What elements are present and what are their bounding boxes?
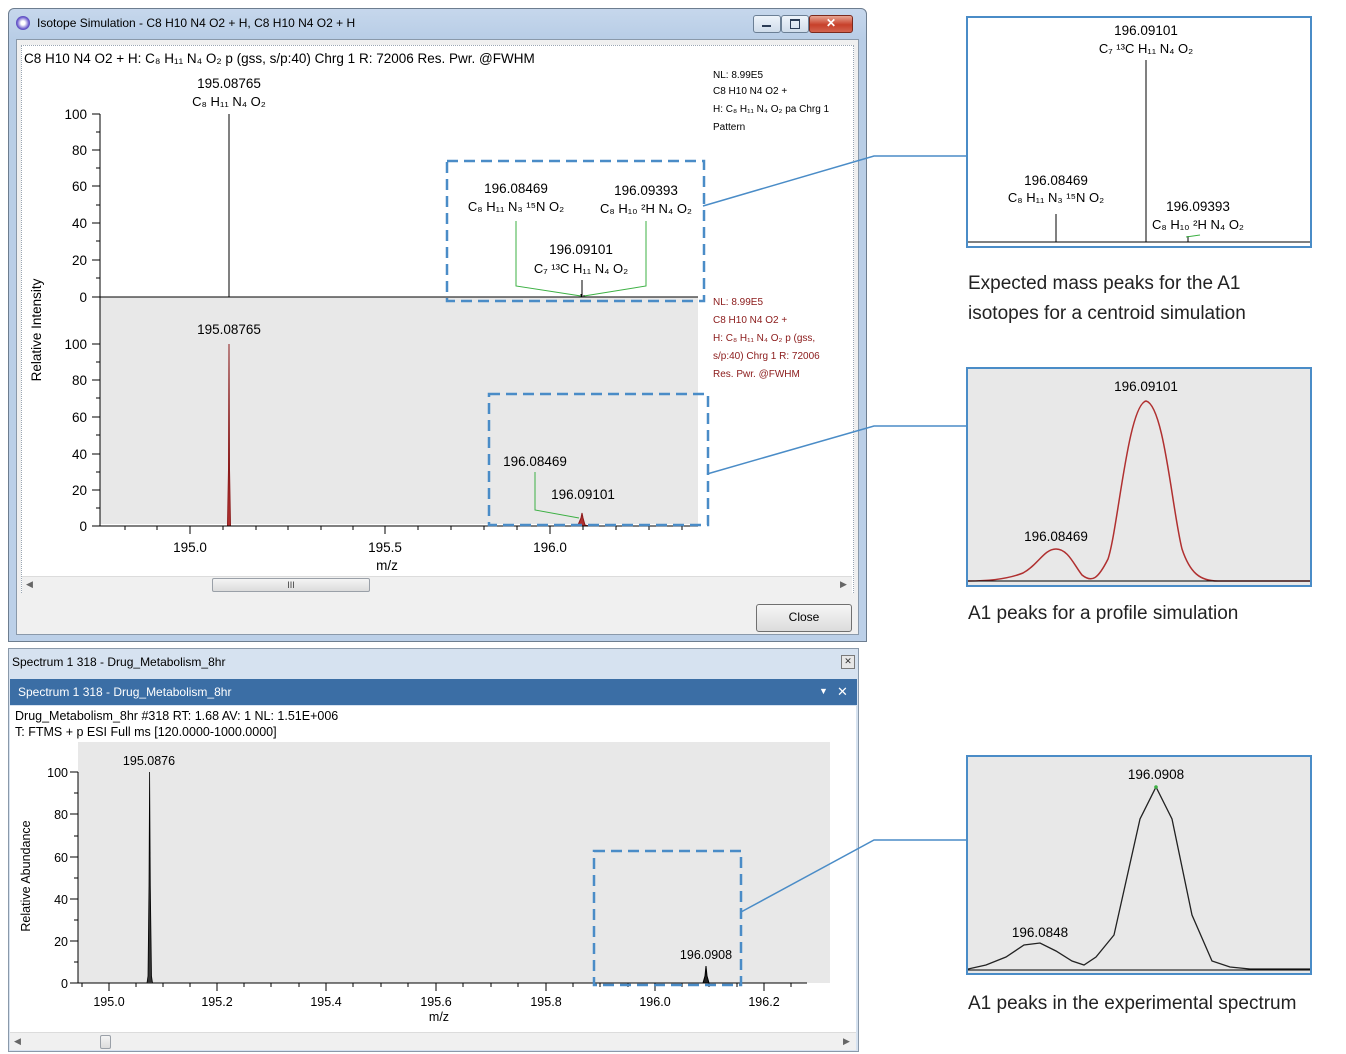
zoom1-right-formula: C₈ H₁₀ ²H N₄ O₂ xyxy=(1152,217,1244,232)
caption-experimental: A1 peaks in the experimental spectrum xyxy=(968,993,1297,1014)
connector-centroid xyxy=(702,155,966,207)
caption-centroid: Expected mass peaks for the A1 isotopes … xyxy=(968,270,1246,327)
connector-profile xyxy=(706,425,966,475)
zoom1-left-mass: 196.08469 xyxy=(1024,173,1088,188)
zoom1-right-mass: 196.09393 xyxy=(1166,199,1230,214)
connector-experimental xyxy=(740,839,966,913)
zoom3-peak-marker xyxy=(1154,785,1158,789)
zoom3-top-mass: 196.0908 xyxy=(1128,767,1184,782)
zoom-experimental-panel: 196.0908 196.0848 xyxy=(966,755,1312,975)
zoom1-top-formula: C₇ ¹³C H₁₁ N₄ O₂ xyxy=(1099,41,1193,56)
zoom-centroid-plot: 196.09101 C₇ ¹³C H₁₁ N₄ O₂ 196.08469 C₈ … xyxy=(968,23,1310,243)
zoom-centroid-panel: 196.09101 C₇ ¹³C H₁₁ N₄ O₂ 196.08469 C₈ … xyxy=(966,16,1312,248)
zoom-profile-panel: 196.09101 196.08469 xyxy=(966,367,1312,587)
zoom2-bg xyxy=(968,369,1310,585)
zoom2-top-mass: 196.09101 xyxy=(1114,379,1178,394)
zoom-profile-plot: 196.09101 196.08469 xyxy=(968,369,1310,585)
zoom2-left-mass: 196.08469 xyxy=(1024,529,1088,544)
caption-profile: A1 peaks for a profile simulation xyxy=(968,603,1239,624)
caption-centroid-line2: isotopes for a centroid simulation xyxy=(968,303,1246,324)
zoom3-left-mass: 196.0848 xyxy=(1012,925,1068,940)
zoom-experimental-plot: 196.0908 196.0848 xyxy=(968,757,1310,973)
zoom1-top-mass: 196.09101 xyxy=(1114,23,1178,38)
zoom3-bg xyxy=(968,757,1310,973)
caption-centroid-line1: Expected mass peaks for the A1 xyxy=(968,273,1241,294)
zoom1-left-formula: C₈ H₁₁ N₃ ¹⁵N O₂ xyxy=(1008,190,1104,205)
